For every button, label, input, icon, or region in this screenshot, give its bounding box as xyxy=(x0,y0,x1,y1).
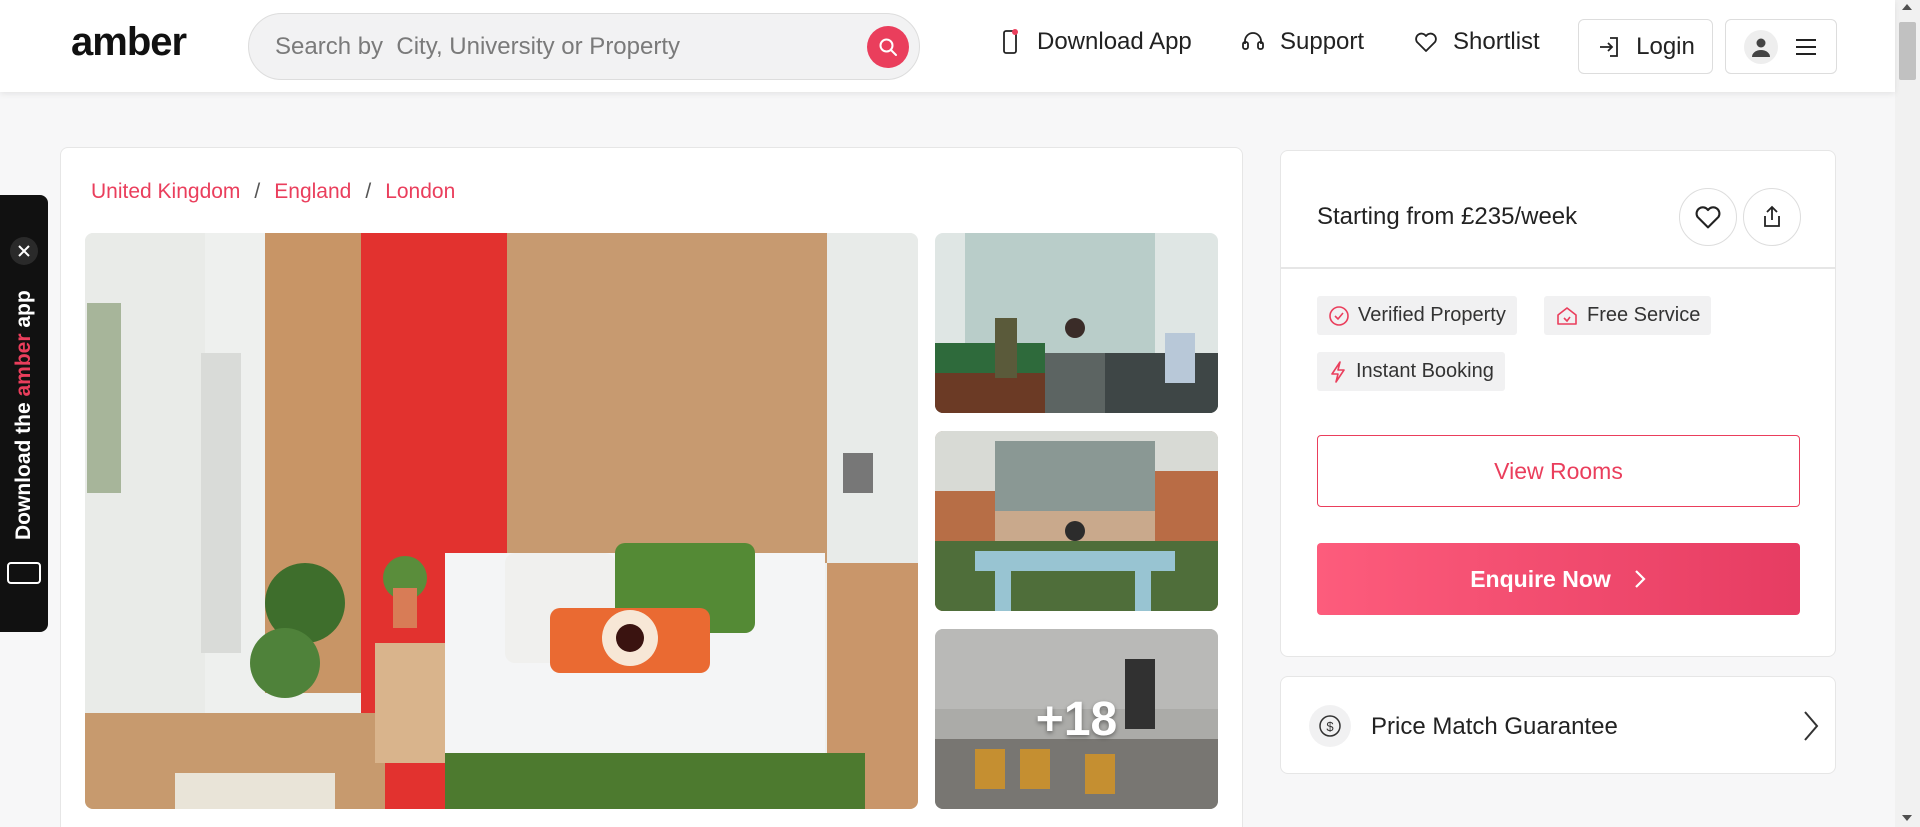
tag-free-service: Free Service xyxy=(1544,296,1712,335)
shortlist-button[interactable] xyxy=(1679,188,1737,246)
breadcrumb-city[interactable]: London xyxy=(385,180,455,204)
hamburger-icon xyxy=(1796,38,1816,55)
starting-price: Starting from £235/week xyxy=(1317,203,1578,230)
search-icon xyxy=(879,38,897,56)
chevron-right-icon xyxy=(1635,570,1646,588)
gallery-thumbnail-3[interactable]: +18 xyxy=(935,629,1218,809)
tag-label: Free Service xyxy=(1587,304,1701,326)
login-icon xyxy=(1600,36,1619,57)
support-label: Support xyxy=(1280,28,1365,55)
user-menu-button[interactable] xyxy=(1725,19,1837,74)
property-gallery-card: United Kingdom / England / London +18 xyxy=(60,147,1243,827)
banner-close-button[interactable] xyxy=(10,237,38,265)
tag-verified-property: Verified Property xyxy=(1317,296,1517,335)
search-input[interactable] xyxy=(275,14,855,79)
shortlist-label: Shortlist xyxy=(1453,28,1540,55)
tag-label: Instant Booking xyxy=(1356,360,1494,382)
user-icon xyxy=(1752,38,1770,57)
breadcrumb-country[interactable]: United Kingdom xyxy=(91,180,240,204)
login-button[interactable]: Login xyxy=(1578,19,1713,74)
search-bar[interactable] xyxy=(248,13,920,80)
scroll-up-arrow[interactable] xyxy=(1902,4,1912,10)
view-rooms-button[interactable]: View Rooms xyxy=(1317,435,1800,507)
banner-text-prefix: Download the xyxy=(12,396,35,540)
main-property-image[interactable] xyxy=(85,233,918,809)
top-header: amber Download App Support Shortlist xyxy=(0,0,1895,92)
banner-text: Download the amber app xyxy=(12,280,36,540)
price-match-label: Price Match Guarantee xyxy=(1371,713,1618,740)
breadcrumb-region[interactable]: England xyxy=(274,180,351,204)
scroll-thumb[interactable] xyxy=(1899,22,1916,80)
share-icon xyxy=(1764,205,1780,227)
enquire-now-label: Enquire Now xyxy=(1470,565,1611,592)
breadcrumb: United Kingdom / England / London xyxy=(91,180,456,204)
gallery-thumbnail-2[interactable] xyxy=(935,431,1218,611)
avatar xyxy=(1744,29,1778,64)
search-button[interactable] xyxy=(867,26,909,68)
price-match-guarantee-card[interactable]: $ Price Match Guarantee xyxy=(1280,676,1836,774)
svg-text:$: $ xyxy=(1326,719,1334,734)
house-icon xyxy=(1557,306,1577,325)
tag-label: Verified Property xyxy=(1358,304,1506,326)
banner-brand: amber xyxy=(12,333,35,397)
more-photos-count[interactable]: +18 xyxy=(935,629,1218,809)
amber-logo[interactable]: amber xyxy=(71,20,187,65)
shortlist-link[interactable]: Shortlist xyxy=(1413,28,1540,56)
phone-icon xyxy=(1003,29,1018,54)
lightning-icon xyxy=(1331,360,1345,383)
price-card: Starting from £235/week Verified Propert… xyxy=(1280,150,1836,657)
scroll-down-arrow[interactable] xyxy=(1902,815,1912,821)
tag-instant-booking: Instant Booking xyxy=(1317,352,1505,391)
download-app-link[interactable]: Download App xyxy=(997,28,1192,56)
download-app-banner[interactable]: Download the amber app xyxy=(0,195,48,632)
dollar-icon: $ xyxy=(1309,705,1351,747)
verified-icon xyxy=(1329,305,1349,326)
chevron-right-icon xyxy=(1804,711,1819,741)
phone-icon xyxy=(7,562,41,584)
heart-icon xyxy=(1695,206,1721,229)
gallery-thumbnail-1[interactable] xyxy=(935,233,1218,413)
support-link[interactable]: Support xyxy=(1240,28,1364,56)
close-icon xyxy=(18,245,30,257)
share-button[interactable] xyxy=(1743,188,1801,246)
headset-icon xyxy=(1242,32,1264,50)
enquire-now-button[interactable]: Enquire Now xyxy=(1317,543,1800,615)
login-label: Login xyxy=(1636,32,1695,60)
banner-text-suffix: app xyxy=(12,290,35,334)
heart-icon xyxy=(1415,32,1437,52)
download-app-label: Download App xyxy=(1037,28,1192,55)
price-header: Starting from £235/week xyxy=(1281,151,1835,269)
page-scrollbar[interactable] xyxy=(1895,0,1920,827)
